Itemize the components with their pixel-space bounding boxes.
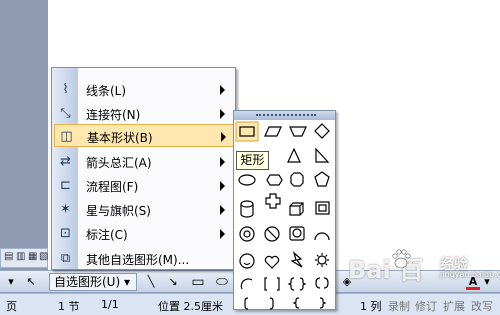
baidu-paw-icon xyxy=(392,249,411,269)
shape-tooltip: 矩形 xyxy=(236,151,269,170)
no-symbol-slash-icon xyxy=(266,228,278,240)
menu-item-label: 基本形状(B) xyxy=(87,131,153,145)
sun-shape-icon[interactable] xyxy=(317,255,327,265)
more-autoshapes-icon: ⧉ xyxy=(60,251,71,266)
trapezoid-shape-icon[interactable] xyxy=(289,126,307,137)
menu-item-basic-shapes[interactable]: ◫ 基本形状(B) xyxy=(54,124,234,147)
cross-shape-icon[interactable] xyxy=(265,193,281,209)
arc-shape-icon[interactable] xyxy=(314,232,330,241)
rectangle-shape-selected[interactable] xyxy=(235,121,259,142)
status-track-changes[interactable]: 修订 xyxy=(415,298,437,314)
autoshapes-menu: ⌇ 线条(L) ⤡ 连接符(N) ◫ 基本形状(B) ⇄ 箭头总汇(A) ⊏ 流… xyxy=(51,67,236,270)
submenu-arrow-icon xyxy=(220,205,225,215)
smiley-shape-icon[interactable] xyxy=(239,253,255,269)
menu-item-flowchart[interactable]: ⊏ 流程图(F) xyxy=(52,174,235,197)
basic-shapes-icon: ◫ xyxy=(60,129,73,144)
flowchart-icon: ⊏ xyxy=(60,178,71,193)
right-brace-shape-icon[interactable] xyxy=(319,297,327,309)
menu-item-label: 其他自选图形(M)... xyxy=(86,253,190,267)
menu-item-callouts[interactable]: ⊡ 标注(C) xyxy=(52,222,235,245)
basic-shapes-palette xyxy=(233,110,336,310)
lightning-shape-icon[interactable] xyxy=(290,251,303,268)
donut-shape-icon[interactable] xyxy=(239,226,255,242)
stars-banners-icon: ✶ xyxy=(60,202,71,217)
menu-item-label: 连接符(N) xyxy=(86,108,141,122)
print-view-icon[interactable]: ▦ xyxy=(28,251,37,262)
watermark-url: jingyan.baidu.com xyxy=(440,270,500,279)
hexagon-shape-icon[interactable] xyxy=(266,174,283,186)
right-triangle-shape-icon[interactable] xyxy=(315,147,330,163)
block-arrows-icon: ⇄ xyxy=(60,154,71,169)
select-objects-icon[interactable]: ↖ xyxy=(22,274,40,290)
diamond-shape-icon[interactable] xyxy=(314,123,330,139)
status-extend[interactable]: 扩展 xyxy=(443,298,465,314)
smiley-mouth-icon xyxy=(243,262,251,266)
line-icon[interactable]: ╲ xyxy=(143,274,159,290)
submenu-arrow-icon xyxy=(221,132,226,142)
oval-icon[interactable]: ⬭ xyxy=(213,274,231,290)
triangle-shape-icon[interactable] xyxy=(287,147,301,163)
pentagon-shape-icon[interactable] xyxy=(314,171,330,187)
menu-item-label: 星与旗帜(S) xyxy=(86,204,151,218)
web-view-icon[interactable]: ▥ xyxy=(16,251,25,262)
palette-drag-handle[interactable] xyxy=(234,111,335,120)
menu-item-block-arrows[interactable]: ⇄ 箭头总汇(A) xyxy=(52,150,235,173)
cylinder-shape-icon[interactable] xyxy=(240,200,254,218)
menu-item-label: 标注(C) xyxy=(86,228,128,242)
lines-icon: ⌇ xyxy=(62,82,69,97)
menu-item-label: 线条(L) xyxy=(86,84,127,98)
normal-view-icon[interactable]: ▤ xyxy=(4,251,13,262)
left-brace-shape-icon[interactable] xyxy=(292,297,300,309)
brace-pair-shape-icon[interactable] xyxy=(287,277,307,291)
autoshapes-button[interactable]: 自选图形(U) ▾ xyxy=(49,273,137,291)
submenu-arrow-icon xyxy=(220,229,225,239)
donut-hole-icon xyxy=(243,230,251,238)
submenu-arrow-icon xyxy=(220,85,225,95)
cube-shape-icon[interactable] xyxy=(289,202,304,216)
menu-item-stars-banners[interactable]: ✶ 星与旗帜(S) xyxy=(52,198,235,221)
rectangle-icon[interactable]: ▭ xyxy=(189,274,207,290)
bevel-inner-icon xyxy=(318,204,327,212)
baidu-watermark: Bai 百 经验 jingyan.baidu.com xyxy=(348,244,500,294)
menu-item-label: 箭头总汇(A) xyxy=(86,156,152,170)
status-section: 1 节 xyxy=(58,300,80,313)
left-workspace-band xyxy=(0,0,48,270)
sun-rays-icon xyxy=(315,253,329,267)
moon-shape-icon[interactable] xyxy=(240,278,253,290)
menu-item-label: 流程图(F) xyxy=(86,180,139,194)
submenu-arrow-icon xyxy=(220,157,225,167)
bracket-pair-shape-icon[interactable] xyxy=(264,277,280,291)
right-bracket-shape-icon[interactable] xyxy=(269,297,274,310)
status-record[interactable]: 录制 xyxy=(388,298,410,314)
double-bracket-shape-icon[interactable] xyxy=(315,277,329,289)
submenu-arrow-icon xyxy=(220,109,225,119)
status-page: 页 xyxy=(6,300,17,313)
bevel-shape-icon[interactable] xyxy=(315,201,330,215)
arrow-icon[interactable]: ↘ xyxy=(165,274,181,290)
status-page-count: 1/1 xyxy=(101,298,119,311)
octagon-shape-icon[interactable] xyxy=(290,172,304,187)
status-column: 1 列 xyxy=(360,300,382,313)
outline-view-icon[interactable]: ▧ xyxy=(39,251,48,262)
status-position: 位置 2.5厘米 xyxy=(158,300,223,313)
left-bracket-shape-icon[interactable] xyxy=(244,297,249,310)
draw-dropdown-button[interactable]: ▾ xyxy=(4,274,18,290)
menu-item-lines[interactable]: ⌇ 线条(L) xyxy=(52,78,235,101)
connector-icon: ⤡ xyxy=(60,106,71,121)
menu-item-more-autoshapes[interactable]: ⧉ 其他自选图形(M)... xyxy=(52,247,235,270)
status-overtype[interactable]: 改写 xyxy=(471,298,493,314)
oval-shape-icon[interactable] xyxy=(238,174,256,186)
callouts-icon: ⊡ xyxy=(60,226,71,241)
parallelogram-shape-icon[interactable] xyxy=(264,126,282,137)
submenu-arrow-icon xyxy=(220,181,225,191)
heart-shape-icon[interactable] xyxy=(264,255,280,269)
plaque-inner-icon xyxy=(292,228,302,238)
view-buttons: ▤ ▥ ▦ ▧ xyxy=(0,248,48,268)
menu-item-connectors[interactable]: ⤡ 连接符(N) xyxy=(52,102,235,125)
